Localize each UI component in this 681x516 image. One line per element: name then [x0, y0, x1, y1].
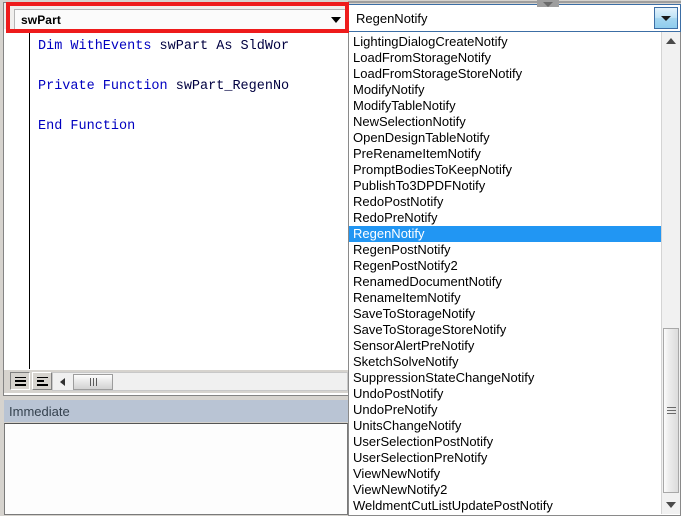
chevron-down-icon [661, 15, 671, 21]
list-item[interactable]: NewSelectionNotify [349, 114, 661, 130]
triangle-up-icon [666, 38, 676, 44]
immediate-window: Immediate [3, 398, 349, 516]
list-item[interactable]: LoadFromStorageStoreNotify [349, 66, 661, 82]
list-item[interactable]: SensorAlertPreNotify [349, 338, 661, 354]
code-line: Private Function swPart_RegenNo [38, 79, 290, 94]
code-text: Dim WithEvents swPart As SldWor Private F… [38, 37, 289, 137]
scroll-up-button[interactable] [662, 32, 680, 50]
code-window-bottom-bar [4, 369, 349, 393]
list-item[interactable]: LightingDialogCreateNotify [349, 34, 661, 50]
list-item[interactable]: LoadFromStorageNotify [349, 50, 661, 66]
listbox-vertical-scrollbar[interactable] [661, 32, 680, 514]
list-item[interactable]: ViewNewNotify2 [349, 482, 661, 498]
triangle-left-icon [59, 377, 65, 386]
procedure-dropdown: RegenNotify LightingDialogCreateNotify Lo… [348, 4, 681, 516]
list-item[interactable]: RegenNotify [349, 226, 661, 242]
code-window: swPart Dim WithEvents swPart As SldWor Pr… [0, 0, 352, 400]
code-line: Dim WithEvents swPart As SldWor [38, 39, 290, 54]
list-item[interactable]: UndoPreNotify [349, 402, 661, 418]
vertical-scroll-thumb[interactable] [663, 328, 679, 493]
window-collapse-nub[interactable] [537, 0, 559, 7]
object-combobox[interactable]: swPart [14, 9, 350, 30]
procedure-listbox[interactable]: LightingDialogCreateNotify LoadFromStorag… [348, 32, 681, 516]
full-module-view-icon [36, 376, 48, 386]
procedure-view-icon [14, 376, 26, 386]
list-item[interactable]: UserSelectionPostNotify [349, 434, 661, 450]
horizontal-scrollbar[interactable] [52, 372, 348, 391]
procedure-combobox-button[interactable] [654, 7, 678, 29]
scroll-left-button[interactable] [54, 374, 70, 389]
chevron-down-icon[interactable] [331, 16, 341, 23]
list-item[interactable]: OpenDesignTableNotify [349, 130, 661, 146]
list-item[interactable]: RedoPostNotify [349, 194, 661, 210]
procedure-list: LightingDialogCreateNotify LoadFromStorag… [349, 34, 661, 514]
list-item[interactable]: UserSelectionPreNotify [349, 450, 661, 466]
list-item[interactable]: UnitsChangeNotify [349, 418, 661, 434]
code-line: End Function [38, 119, 136, 134]
full-module-view-button[interactable] [32, 372, 52, 390]
window-top-divider [348, 1, 681, 3]
procedure-view-button[interactable] [10, 372, 30, 390]
code-editor-area[interactable]: Dim WithEvents swPart As SldWor Private F… [4, 33, 349, 369]
code-window-toolbar: swPart [4, 3, 350, 30]
list-item[interactable]: ModifyTableNotify [349, 98, 661, 114]
list-item[interactable]: SaveToStorageNotify [349, 306, 661, 322]
list-item[interactable]: PublishTo3DPDFNotify [349, 178, 661, 194]
vba-editor-window: swPart Dim WithEvents swPart As SldWor Pr… [0, 0, 681, 516]
list-item[interactable]: SaveToStorageStoreNotify [349, 322, 661, 338]
list-item[interactable]: RenamedDocumentNotify [349, 274, 661, 290]
procedure-combobox[interactable]: RegenNotify [348, 4, 681, 32]
list-item[interactable]: ViewNewNotify [349, 466, 661, 482]
scroll-down-button[interactable] [662, 496, 680, 514]
immediate-window-title: Immediate [9, 403, 70, 419]
horizontal-scroll-thumb[interactable] [73, 374, 113, 390]
immediate-window-titlebar[interactable]: Immediate [4, 400, 348, 422]
list-item[interactable]: SketchSolveNotify [349, 354, 661, 370]
list-item[interactable]: PreRenameItemNotify [349, 146, 661, 162]
grip-icon [666, 407, 676, 414]
list-item[interactable]: RegenPostNotify2 [349, 258, 661, 274]
triangle-down-icon [666, 502, 676, 508]
immediate-window-input[interactable] [4, 423, 348, 515]
list-item[interactable]: SuppressionStateChangeNotify [349, 370, 661, 386]
list-item[interactable]: WeldmentCutListUpdatePostNotify [349, 498, 661, 514]
list-item[interactable]: PromptBodiesToKeepNotify [349, 162, 661, 178]
margin-indicator-bar[interactable] [4, 33, 30, 369]
list-item[interactable]: UndoPostNotify [349, 386, 661, 402]
list-item[interactable]: RegenPostNotify [349, 242, 661, 258]
list-item[interactable]: ModifyNotify [349, 82, 661, 98]
object-combobox-value: swPart [21, 12, 61, 27]
grip-icon [89, 378, 97, 386]
procedure-combobox-value: RegenNotify [356, 10, 428, 26]
list-item[interactable]: RenameItemNotify [349, 290, 661, 306]
list-item[interactable]: RedoPreNotify [349, 210, 661, 226]
